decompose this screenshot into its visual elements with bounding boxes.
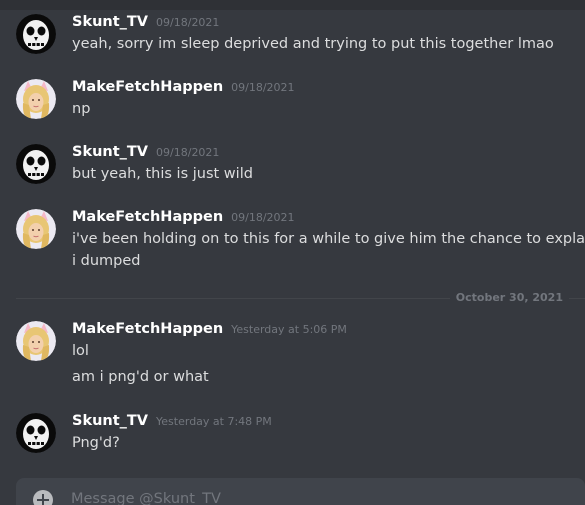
cat-ears-portrait-avatar-icon[interactable]: [16, 79, 56, 119]
message-text: np: [72, 101, 91, 117]
message-timestamp: Yesterday at 7:48 PM: [156, 415, 272, 428]
cat-ears-portrait-avatar-icon[interactable]: [16, 209, 56, 249]
author-name[interactable]: MakeFetchHappen: [72, 209, 223, 225]
message-timestamp: Yesterday at 5:06 PM: [231, 323, 347, 336]
message-text: am i png'd or what: [72, 369, 209, 385]
message-header: MakeFetchHappen 09/18/2021: [72, 206, 295, 225]
message-timestamp: 09/18/2021: [231, 211, 295, 224]
skull-mask-avatar-icon[interactable]: [16, 144, 56, 184]
message-header: Skunt_TV Yesterday at 7:48 PM: [72, 410, 272, 429]
message-group[interactable]: MakeFetchHappen 09/18/2021 np: [0, 73, 585, 133]
message-input[interactable]: [71, 487, 571, 505]
message-text: lol: [72, 343, 89, 359]
message-text: but yeah, this is just wild: [72, 166, 253, 182]
skull-mask-avatar-icon[interactable]: [16, 413, 56, 453]
skull-mask-avatar-icon[interactable]: [16, 14, 56, 54]
message-timestamp: 09/18/2021: [231, 81, 295, 94]
message-group[interactable]: Skunt_TV Yesterday at 7:48 PM Png'd?: [0, 407, 585, 467]
message-text: yeah, sorry im sleep deprived and trying…: [72, 36, 554, 52]
message-text: i dumped: [72, 253, 141, 269]
message-group[interactable]: MakeFetchHappen 09/18/2021 i've been hold…: [0, 203, 585, 283]
message-timestamp: 09/18/2021: [156, 16, 220, 29]
author-name[interactable]: Skunt_TV: [72, 144, 148, 160]
message-header: Skunt_TV 09/18/2021: [72, 11, 219, 30]
message-group[interactable]: MakeFetchHappen Yesterday at 5:06 PM lol …: [0, 315, 585, 395]
message-header: MakeFetchHappen 09/18/2021: [72, 76, 295, 95]
author-name[interactable]: Skunt_TV: [72, 14, 148, 30]
author-name[interactable]: MakeFetchHappen: [72, 79, 223, 95]
plus-circle-icon[interactable]: [33, 490, 53, 505]
message-text: i've been holding on to this for a while…: [72, 231, 585, 247]
chat-window: Skunt_TV 09/18/2021 yeah, sorry im sleep …: [0, 0, 585, 505]
message-composer[interactable]: [16, 478, 585, 505]
cat-ears-portrait-avatar-icon[interactable]: [16, 321, 56, 361]
message-header: MakeFetchHappen Yesterday at 5:06 PM: [72, 318, 347, 337]
author-name[interactable]: Skunt_TV: [72, 413, 148, 429]
date-divider-label: October 30, 2021: [449, 291, 569, 304]
message-group[interactable]: Skunt_TV 09/18/2021 yeah, sorry im sleep …: [0, 8, 585, 68]
message-timestamp: 09/18/2021: [156, 146, 220, 159]
message-header: Skunt_TV 09/18/2021: [72, 141, 219, 160]
message-group[interactable]: Skunt_TV 09/18/2021 but yeah, this is jus…: [0, 138, 585, 198]
author-name[interactable]: MakeFetchHappen: [72, 321, 223, 337]
message-text: Png'd?: [72, 435, 120, 451]
